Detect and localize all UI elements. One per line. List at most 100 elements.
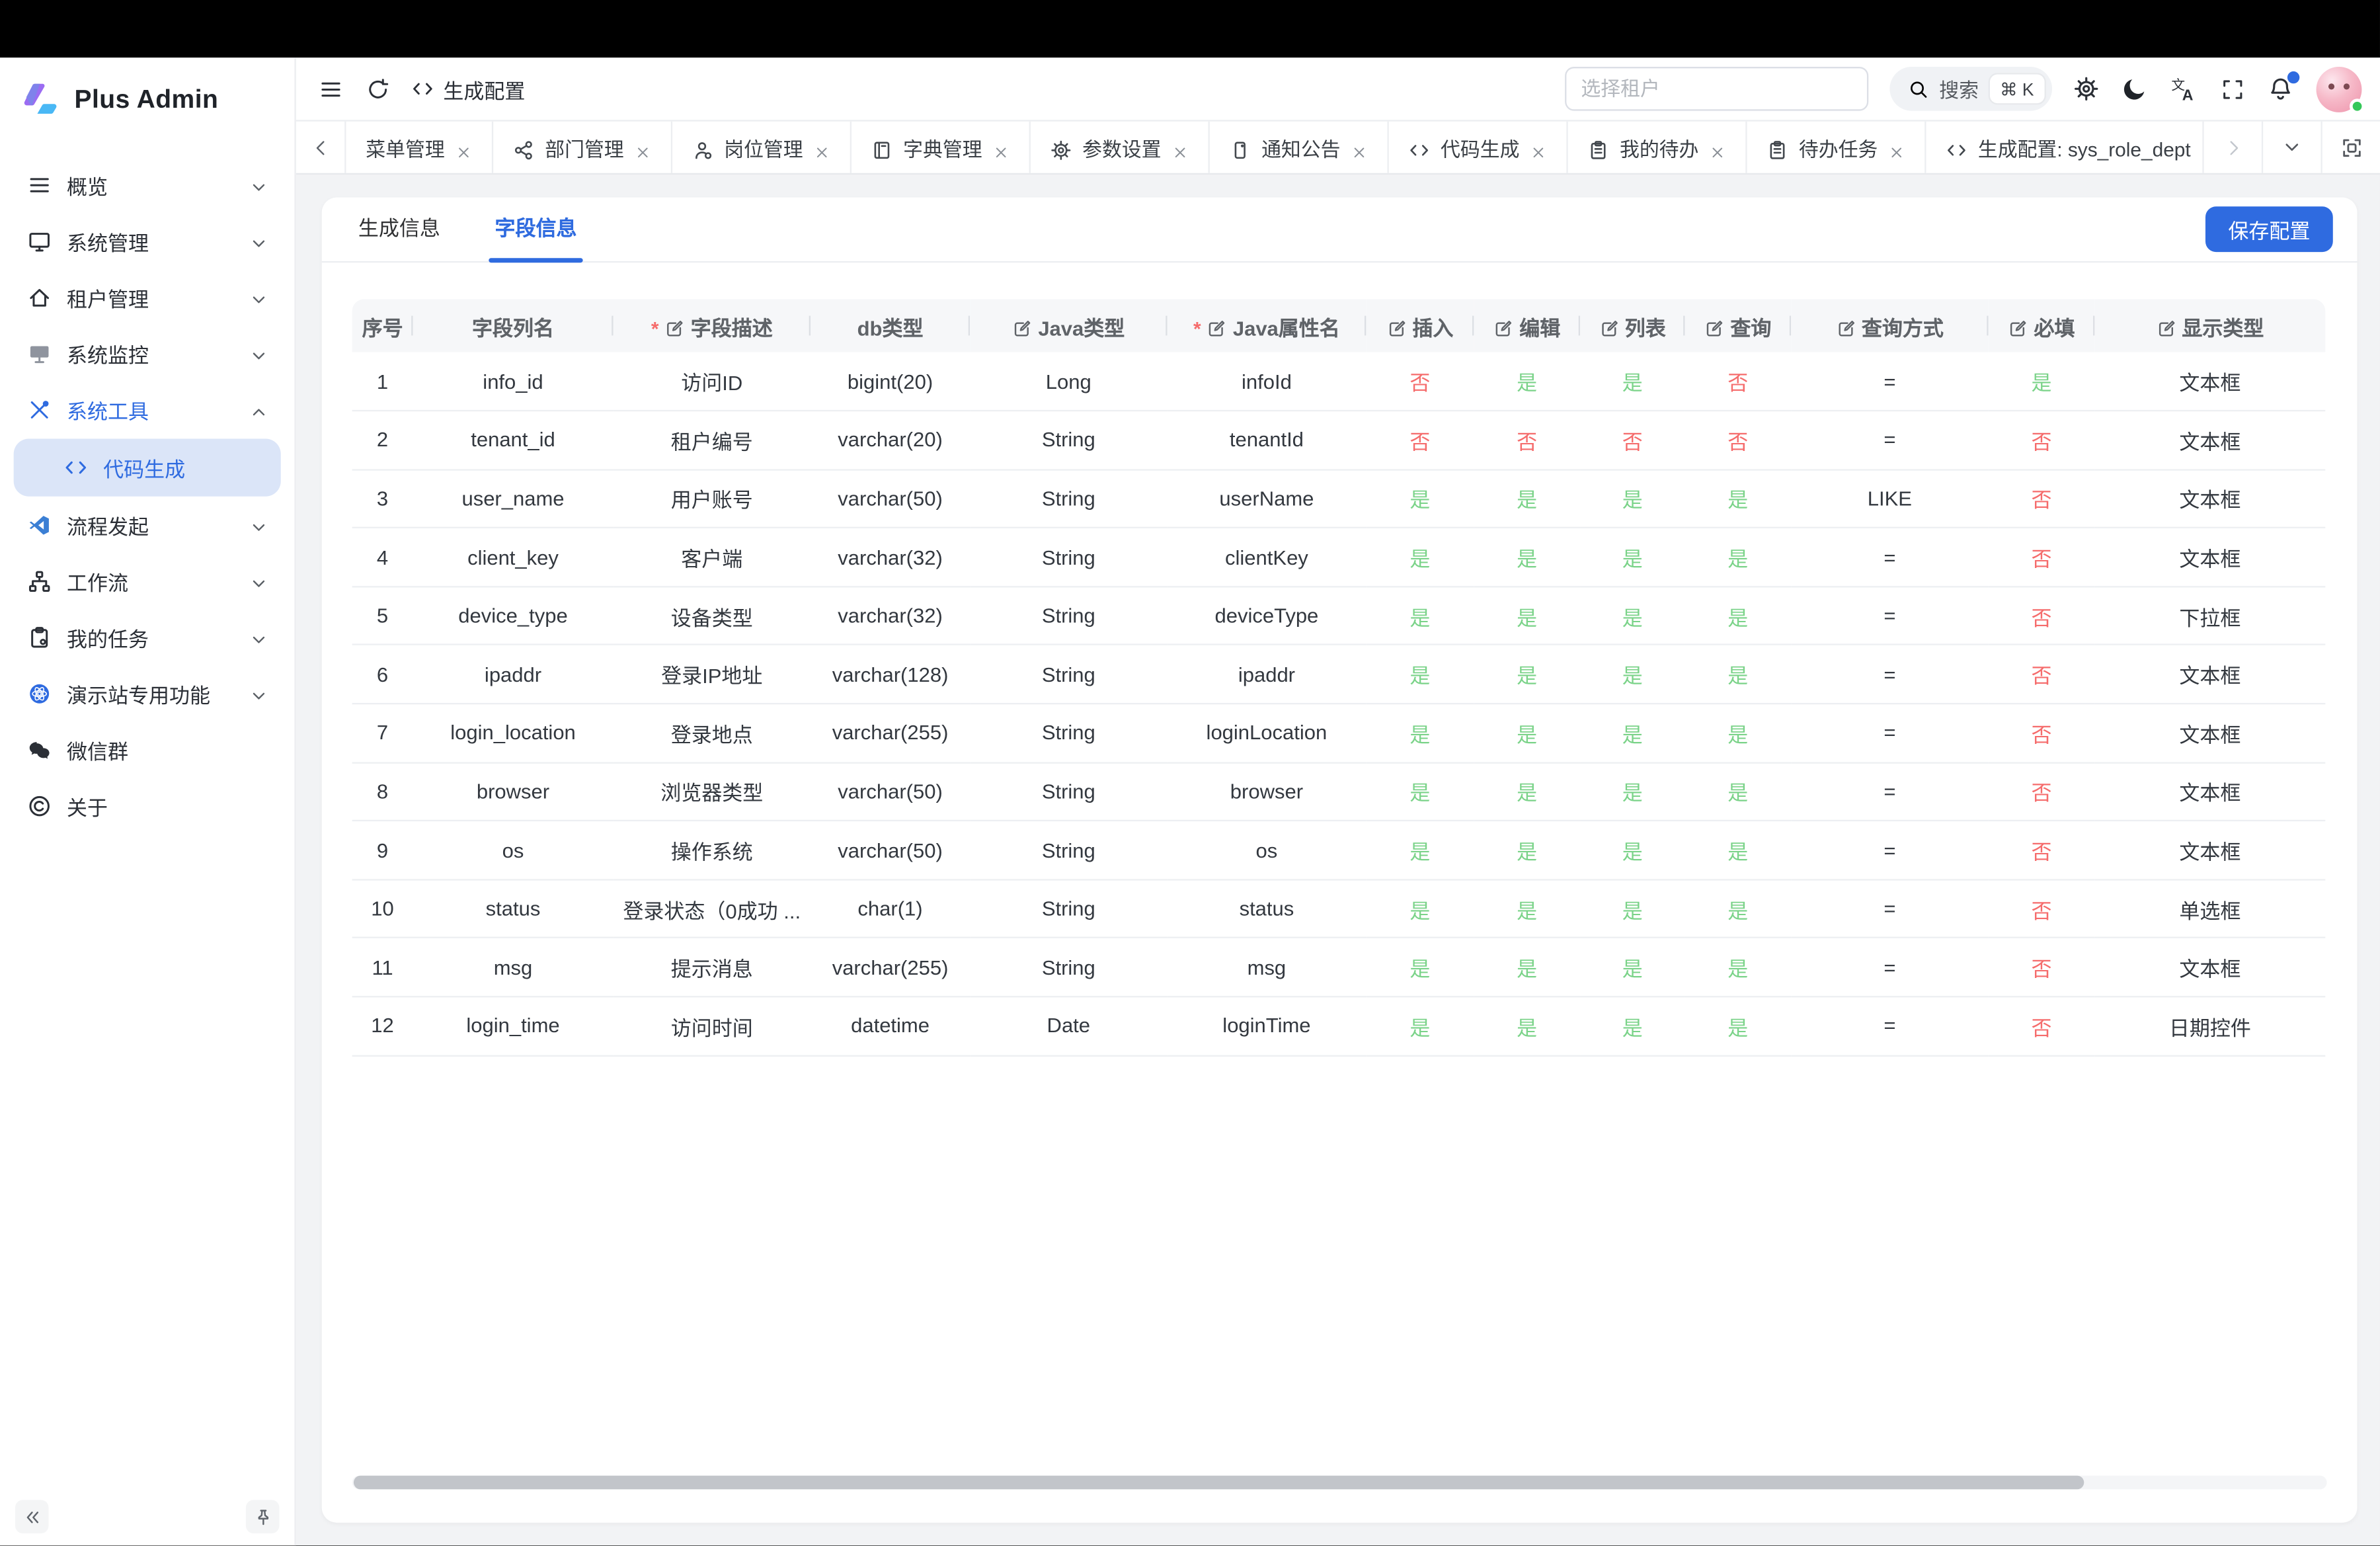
cell-value[interactable]: 是 bbox=[1727, 724, 1748, 747]
tab-close-button[interactable] bbox=[814, 139, 830, 155]
cell-value[interactable]: 是 bbox=[1517, 372, 1537, 395]
cell-value[interactable]: 是 bbox=[1517, 900, 1537, 922]
table-row[interactable]: 11msg提示消息varchar(255)Stringmsg是是是是=否文本框 bbox=[352, 938, 2326, 997]
table-row[interactable]: 3user_name用户账号varchar(50)StringuserName是… bbox=[352, 469, 2326, 528]
table-row[interactable]: 5device_type设备类型varchar(32)StringdeviceT… bbox=[352, 587, 2326, 645]
tab-code-generation[interactable]: 代码生成 bbox=[1389, 122, 1568, 173]
cell-value[interactable]: 是 bbox=[1727, 1017, 1748, 1039]
tenant-select-input[interactable] bbox=[1564, 67, 1868, 111]
cell-value[interactable]: 是 bbox=[1517, 958, 1537, 981]
edit-column-icon[interactable] bbox=[1836, 316, 1856, 336]
cell-value[interactable]: 是 bbox=[1622, 489, 1643, 512]
horizontal-scrollbar-thumb[interactable] bbox=[354, 1476, 2084, 1490]
tab-close-button[interactable] bbox=[1888, 139, 1905, 155]
user-avatar[interactable] bbox=[2317, 66, 2362, 112]
tab-close-button[interactable] bbox=[1709, 139, 1726, 155]
cell-value[interactable]: 是 bbox=[1517, 489, 1537, 512]
collapse-sidebar-button[interactable] bbox=[15, 1500, 49, 1534]
tab-close-button[interactable] bbox=[456, 139, 472, 155]
cell-value[interactable]: 是 bbox=[1727, 900, 1748, 922]
cell-value[interactable]: 是 bbox=[1409, 548, 1430, 571]
edit-column-icon[interactable] bbox=[665, 316, 685, 336]
notifications-button[interactable] bbox=[2268, 76, 2293, 102]
tab-close-button[interactable] bbox=[1351, 139, 1368, 155]
sidebar-item-system-monitor[interactable]: 系统监控 bbox=[14, 327, 281, 382]
table-row[interactable]: 12login_time访问时间datetimeDateloginTime是是是… bbox=[352, 997, 2326, 1055]
cell-value[interactable]: 是 bbox=[1409, 724, 1430, 747]
cell-value[interactable]: 否 bbox=[2031, 782, 2051, 805]
tab-notice[interactable]: 通知公告 bbox=[1210, 122, 1389, 173]
table-row[interactable]: 6ipaddr登录IP地址varchar(128)Stringipaddr是是是… bbox=[352, 645, 2326, 704]
cell-value[interactable]: 否 bbox=[1409, 431, 1430, 454]
tab-close-button[interactable] bbox=[635, 139, 651, 155]
cell-value[interactable]: 否 bbox=[2031, 724, 2051, 747]
cell-value[interactable]: 否 bbox=[2031, 548, 2051, 571]
tabs-scroll-right-button[interactable] bbox=[2202, 122, 2262, 173]
language-toggle[interactable]: 文A bbox=[2170, 76, 2196, 102]
edit-column-icon[interactable] bbox=[1207, 316, 1227, 336]
tab-dict-management[interactable]: 字典管理 bbox=[852, 122, 1031, 173]
cell-value[interactable]: 是 bbox=[2031, 372, 2051, 395]
cell-value[interactable]: 是 bbox=[1517, 1017, 1537, 1039]
pin-sidebar-button[interactable] bbox=[246, 1500, 280, 1534]
table-row[interactable]: 10status登录状态（0成功 ...char(1)Stringstatus是… bbox=[352, 879, 2326, 938]
cell-value[interactable]: 否 bbox=[1409, 372, 1430, 395]
cell-value[interactable]: 否 bbox=[2031, 900, 2051, 922]
tab-todo-tasks[interactable]: 待办任务 bbox=[1747, 122, 1926, 173]
cell-value[interactable]: 是 bbox=[1622, 724, 1643, 747]
tab-close-button[interactable] bbox=[993, 139, 1010, 155]
cell-value[interactable]: 是 bbox=[1622, 607, 1643, 630]
cell-value[interactable]: 否 bbox=[1727, 372, 1748, 395]
cell-value[interactable]: 否 bbox=[2031, 841, 2051, 864]
table-row[interactable]: 8browser浏览器类型varchar(50)Stringbrowser是是是… bbox=[352, 762, 2326, 821]
cell-value[interactable]: 是 bbox=[1727, 489, 1748, 512]
sidebar-item-code-generation[interactable]: 代码生成 bbox=[14, 439, 281, 497]
sidebar-item-about[interactable]: 关于 bbox=[14, 779, 281, 834]
table-row[interactable]: 2tenant_id租户编号varchar(20)StringtenantId否… bbox=[352, 411, 2326, 469]
cell-value[interactable]: 是 bbox=[1517, 841, 1537, 864]
edit-column-icon[interactable] bbox=[1386, 316, 1406, 336]
sidebar-item-workflow[interactable]: 工作流 bbox=[14, 554, 281, 609]
cell-value[interactable]: 是 bbox=[1409, 900, 1430, 922]
cell-value[interactable]: 是 bbox=[1622, 1017, 1643, 1039]
edit-column-icon[interactable] bbox=[1493, 316, 1513, 336]
cell-value[interactable]: 否 bbox=[2031, 607, 2051, 630]
tab-param-settings[interactable]: 参数设置 bbox=[1031, 122, 1210, 173]
edit-column-icon[interactable] bbox=[2156, 316, 2176, 336]
cell-value[interactable]: 是 bbox=[1409, 782, 1430, 805]
tabs-dropdown-button[interactable] bbox=[2262, 122, 2321, 173]
table-row[interactable]: 1info_id访问IDbigint(20)LonginfoId否是是否=是文本… bbox=[352, 352, 2326, 411]
edit-column-icon[interactable] bbox=[1704, 316, 1724, 336]
cell-value[interactable]: 是 bbox=[1727, 958, 1748, 981]
sidebar-item-tenant-management[interactable]: 租户管理 bbox=[14, 270, 281, 325]
cell-value[interactable]: 是 bbox=[1409, 665, 1430, 688]
sidebar-item-demo-features[interactable]: 演示站专用功能 bbox=[14, 667, 281, 721]
cell-value[interactable]: 是 bbox=[1409, 1017, 1430, 1039]
sidebar-item-system-management[interactable]: 系统管理 bbox=[14, 214, 281, 269]
cell-value[interactable]: 是 bbox=[1622, 841, 1643, 864]
cell-value[interactable]: 否 bbox=[1727, 431, 1748, 454]
tab-gen-config-sys-role-dept[interactable]: 生成配置: sys_role_dept bbox=[1926, 122, 2203, 173]
cell-value[interactable]: 否 bbox=[1622, 431, 1643, 454]
cell-value[interactable]: 是 bbox=[1622, 958, 1643, 981]
table-row[interactable]: 9os操作系统varchar(50)Stringos是是是是=否文本框 bbox=[352, 821, 2326, 880]
cell-value[interactable]: 是 bbox=[1622, 665, 1643, 688]
sidebar-item-my-tasks[interactable]: 我的任务 bbox=[14, 610, 281, 665]
table-row[interactable]: 4client_key客户端varchar(32)StringclientKey… bbox=[352, 528, 2326, 587]
sidebar-item-overview[interactable]: 概览 bbox=[14, 158, 281, 213]
global-search-button[interactable]: 搜索 ⌘ K bbox=[1889, 67, 2052, 111]
tab-my-todo[interactable]: 我的待办 bbox=[1568, 122, 1747, 173]
cell-value[interactable]: 是 bbox=[1517, 665, 1537, 688]
cell-value[interactable]: 是 bbox=[1622, 548, 1643, 571]
cell-value[interactable]: 否 bbox=[2031, 489, 2051, 512]
hamburger-menu-button[interactable] bbox=[317, 76, 343, 102]
edit-column-icon[interactable] bbox=[1599, 316, 1619, 336]
save-config-button[interactable]: 保存配置 bbox=[2205, 206, 2333, 252]
sidebar-item-flow-start[interactable]: 流程发起 bbox=[14, 498, 281, 553]
cell-value[interactable]: 是 bbox=[1517, 724, 1537, 747]
tab-post-management[interactable]: 岗位管理 bbox=[672, 122, 852, 173]
tab-close-button[interactable] bbox=[1172, 139, 1189, 155]
cell-value[interactable]: 是 bbox=[1727, 548, 1748, 571]
tab-field-info[interactable]: 字段信息 bbox=[489, 211, 582, 261]
fullscreen-button[interactable] bbox=[2219, 76, 2245, 102]
